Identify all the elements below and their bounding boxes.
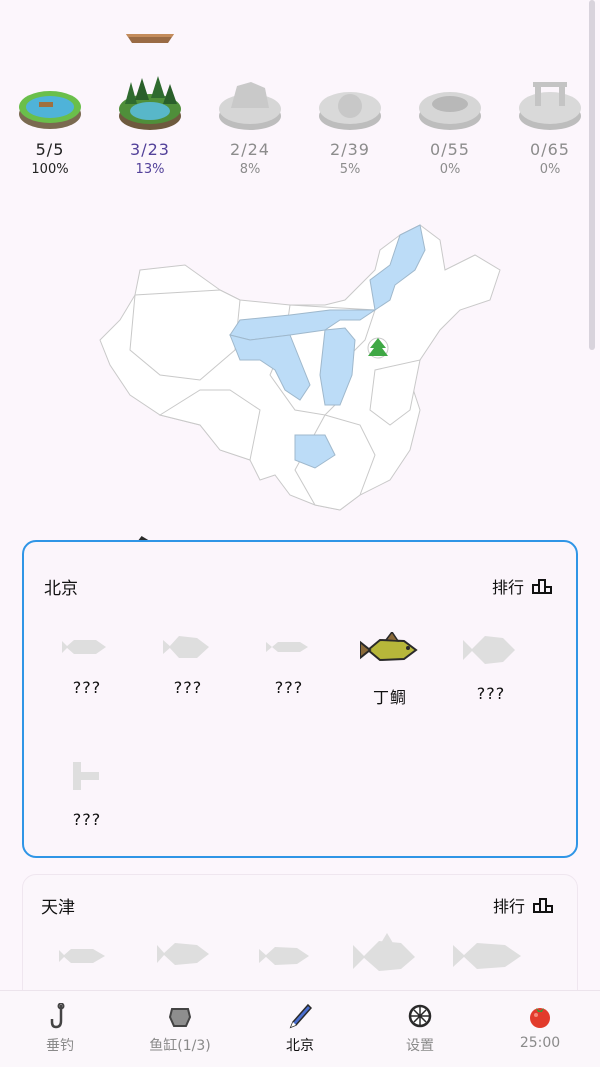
stage-count: 2/39 xyxy=(330,140,370,159)
region-title: 北京 xyxy=(44,579,78,599)
fish-name: ??? xyxy=(274,678,304,697)
unknown-fish-icon xyxy=(73,762,99,790)
boat-icon xyxy=(126,34,174,43)
locked-stage-icon xyxy=(319,92,381,130)
tab-fish-tank[interactable]: 鱼缸(1/3) xyxy=(130,1003,230,1055)
fishing-float-icon xyxy=(289,1003,312,1029)
pond-island-icon xyxy=(19,91,81,129)
stage-percent: 5% xyxy=(339,162,361,177)
unknown-fish-icon xyxy=(353,933,415,971)
fish-name: ??? xyxy=(72,678,102,697)
unknown-fish-icon xyxy=(163,636,209,658)
stage-count: 3/23 xyxy=(130,140,170,159)
stage-item[interactable]: 5/5 100% xyxy=(0,74,100,177)
stage-percent: 0% xyxy=(539,162,561,177)
unknown-fish-icon xyxy=(259,947,309,965)
unknown-fish-icon xyxy=(157,943,209,965)
region-card-beijing[interactable]: 北京 排行 ??? ??? ??? 丁鲷 ??? ??? xyxy=(22,540,578,858)
tab-timer[interactable]: 25:00 xyxy=(490,1003,590,1051)
settings-icon xyxy=(408,1004,432,1028)
fishing-hook-icon xyxy=(50,1003,65,1029)
fish-slot[interactable]: ??? xyxy=(446,632,536,703)
tab-label: 北京 xyxy=(286,1038,314,1054)
stage-count: 0/65 xyxy=(530,140,570,159)
stage-percent: 8% xyxy=(239,162,261,177)
fish-slot[interactable]: ??? xyxy=(143,632,233,697)
stage-progress-row: 5/5 100% 3/23 13% 2/24 8% 2/39 5% 0/55 0… xyxy=(0,74,600,194)
locked-stage-icon xyxy=(419,92,481,130)
stage-percent: 100% xyxy=(31,162,69,177)
rank-label: 排行 xyxy=(492,897,525,916)
fish-slot[interactable]: ??? xyxy=(42,632,132,697)
stage-item[interactable]: 0/55 0% xyxy=(400,74,500,177)
beijing-marker-icon[interactable] xyxy=(367,337,389,359)
unknown-fish-icon xyxy=(463,636,515,664)
unknown-fish-icon xyxy=(62,640,106,654)
tab-region[interactable]: 北京 xyxy=(250,1003,350,1055)
stage-percent: 13% xyxy=(135,162,165,177)
rank-label: 排行 xyxy=(491,578,524,597)
stage-count: 2/24 xyxy=(230,140,270,159)
fish-slot[interactable]: ??? xyxy=(244,632,334,697)
tench-fish-icon xyxy=(360,632,418,662)
china-map[interactable] xyxy=(90,210,510,520)
fish-slot[interactable]: ??? xyxy=(42,758,132,829)
bottom-tab-bar: 垂钓 鱼缸(1/3) 北京 设置 25:00 xyxy=(0,990,600,1067)
tab-label: 鱼缸(1/3) xyxy=(149,1038,211,1054)
locked-stage-icon xyxy=(219,82,281,130)
stage-item[interactable]: 3/23 13% xyxy=(100,74,200,177)
tomato-timer-icon xyxy=(530,1008,550,1028)
tab-fishing[interactable]: 垂钓 xyxy=(10,1003,110,1055)
stage-count: 0/55 xyxy=(430,140,470,159)
fish-name: ??? xyxy=(72,810,102,829)
stage-count: 5/5 xyxy=(35,140,65,159)
fish-name: ??? xyxy=(173,678,203,697)
stage-item[interactable]: 0/65 0% xyxy=(500,74,600,177)
tab-label: 25:00 xyxy=(519,1035,561,1051)
tab-label: 设置 xyxy=(406,1038,434,1054)
locked-stage-icon xyxy=(519,82,581,130)
fish-slot[interactable]: 丁鲷 xyxy=(345,632,435,708)
unknown-fish-icon xyxy=(453,943,521,969)
stage-percent: 0% xyxy=(439,162,461,177)
podium-icon xyxy=(533,898,553,913)
tab-label: 垂钓 xyxy=(46,1038,74,1054)
rank-button[interactable]: 排行 xyxy=(492,574,552,598)
region-title: 天津 xyxy=(41,898,75,918)
tab-settings[interactable]: 设置 xyxy=(370,1003,470,1055)
forest-lake-icon xyxy=(119,76,181,130)
unknown-fish-icon xyxy=(59,949,105,963)
fish-name: 丁鲷 xyxy=(372,688,407,707)
podium-icon xyxy=(532,579,552,594)
fish-name: ??? xyxy=(476,684,506,703)
stage-item[interactable]: 2/24 8% xyxy=(200,74,300,177)
stage-item[interactable]: 2/39 5% xyxy=(300,74,400,177)
rank-button[interactable]: 排行 xyxy=(493,893,553,917)
unknown-fish-icon xyxy=(266,642,308,652)
fish-tank-icon xyxy=(168,1008,192,1027)
